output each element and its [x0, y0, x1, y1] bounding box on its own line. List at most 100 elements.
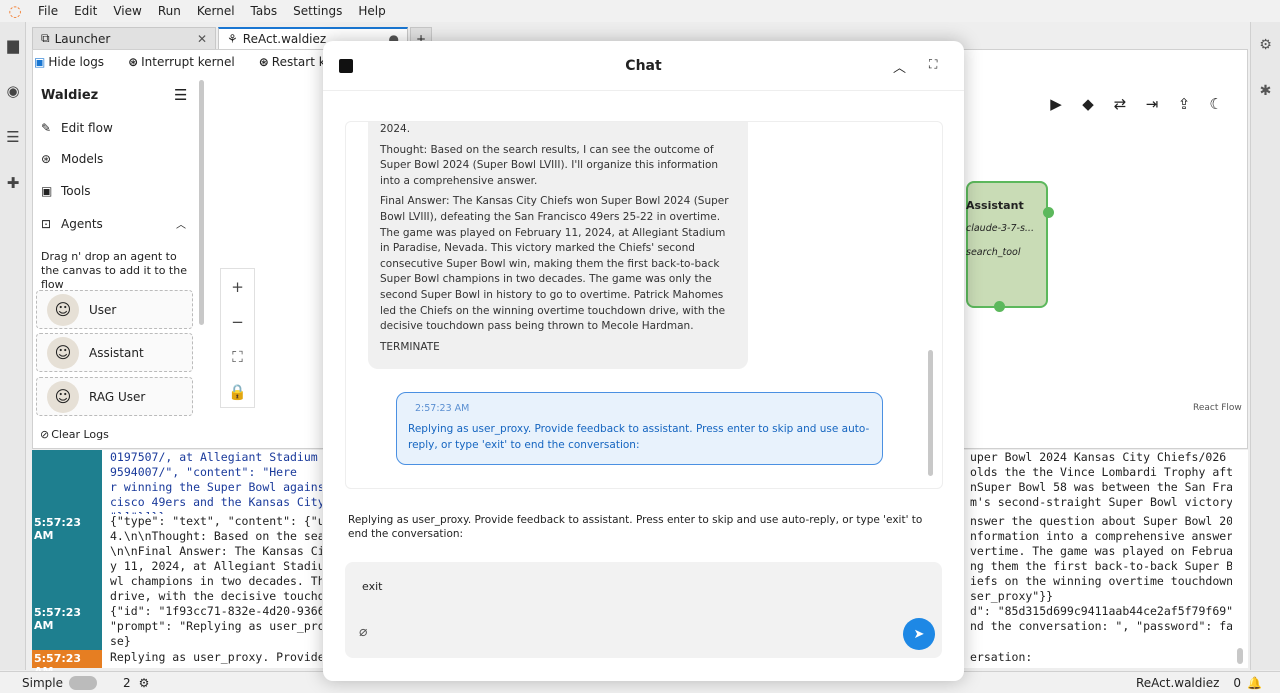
collapse-icon[interactable]: ︿ [893, 57, 906, 76]
hide-logs-button[interactable]: ▣ Hide logs [34, 55, 116, 69]
zoom-controls: + − ⛶ 🔒 [220, 268, 255, 408]
log-text: Replying as user_proxy. Provide [110, 650, 322, 664]
lock-icon[interactable]: 🔒 [221, 374, 254, 409]
terminal-icon: ▣ [34, 55, 46, 69]
node-tool: search_tool [966, 247, 1021, 258]
launcher-icon: ⧉ [41, 31, 50, 45]
chat-modal: Chat ︿ ⛶ 2024. Thought: Based on the sea… [323, 41, 964, 681]
chevron-up-icon: ︿ [176, 220, 186, 231]
property-inspector-icon[interactable]: ⚙ [1251, 22, 1280, 68]
menu-file[interactable]: File [30, 4, 66, 18]
message-text: Replying as user_proxy. Provide feedback… [408, 423, 870, 451]
right-activity-bar: ⚙ ✱ [1250, 22, 1280, 670]
react-flow-attribution[interactable]: React Flow [1193, 403, 1242, 413]
user-avatar: ☺ [47, 293, 79, 326]
sidebar-item-models[interactable]: ⊛ Models [41, 152, 103, 166]
send-button[interactable]: ➤ [903, 618, 935, 650]
log-timestamp [32, 450, 102, 514]
log-timestamp: 5:57:23 AM [32, 514, 102, 604]
sidebar-item-tools[interactable]: ▣ Tools [41, 184, 91, 198]
simple-mode-toggle[interactable] [68, 675, 97, 690]
message-paragraph: Final Answer: The Kansas City Chiefs won… [380, 195, 729, 333]
agent-card-user[interactable]: ☺ User [36, 290, 193, 329]
menu-kernel[interactable]: Kernel [189, 4, 243, 18]
message-time: 2:57:23 AM [415, 403, 470, 414]
log-text: {"type": "text", "content": {"u 4.\n\nTh… [110, 514, 322, 603]
send-icon: ➤ [913, 626, 925, 642]
bell-icon[interactable]: 🔔 [1247, 676, 1262, 690]
robot-icon: ⊡ [41, 216, 52, 231]
sidebar-item-agents[interactable]: ⊡ Agents ︿ [41, 216, 186, 232]
log-text: {"id": "1f93cc71-832e-4d20-9366- "prompt… [110, 604, 322, 648]
convert-icon[interactable]: ⇄ [1104, 95, 1136, 113]
running-icon[interactable]: ◉ [0, 68, 26, 114]
kernel-count[interactable]: 2 [123, 676, 131, 690]
message-paragraph: TERMINATE [380, 340, 440, 353]
left-activity-bar: ▆ ◉ ☰ ✚ [0, 22, 26, 670]
log-text: 0197507/, at Allegiant Stadium 9594007/"… [110, 450, 322, 514]
fit-view-icon[interactable]: ⛶ [221, 339, 254, 374]
assistant-avatar: ☺ [47, 336, 79, 369]
waldiez-file-icon: ⚘ [227, 32, 238, 46]
chat-title: Chat [625, 57, 662, 74]
jupyter-logo-icon: ◌ [8, 2, 22, 20]
sidebar-scrollbar[interactable] [199, 80, 204, 325]
close-icon[interactable]: ✕ [197, 32, 207, 46]
block-icon: ⊘ [40, 428, 50, 441]
logs-scrollbar[interactable] [1237, 648, 1243, 664]
rag-user-avatar: ☺ [47, 380, 79, 413]
message-input[interactable]: exit [362, 580, 382, 593]
agent-card-assistant[interactable]: ☺ Assistant [36, 333, 193, 372]
sidebar-item-edit-flow[interactable]: ✎ Edit flow [41, 121, 113, 135]
dark-mode-icon[interactable]: ☾ [1200, 95, 1232, 113]
agents-hint: Drag n' drop an agent to the canvas to a… [41, 250, 187, 291]
node-title: Assistant [966, 199, 1024, 212]
messages-scrollbar[interactable] [928, 350, 933, 476]
status-filename: ReAct.waldiez [1135, 675, 1220, 690]
chat-header: Chat ︿ ⛶ [323, 41, 964, 91]
tab-launcher[interactable]: ⧉ Launcher ✕ [32, 27, 216, 49]
tab-label: Launcher [54, 31, 111, 46]
node-handle-right[interactable] [1043, 207, 1054, 218]
user-message: 2:57:23 AM Replying as user_proxy. Provi… [396, 392, 883, 465]
agent-card-rag-user[interactable]: ☺ RAG User [36, 377, 193, 416]
notification-count: 0 [1233, 675, 1242, 690]
folder-icon[interactable]: ▆ [0, 22, 26, 68]
share-icon[interactable]: ⇪ [1168, 95, 1200, 113]
menu-icon[interactable]: ☰ [174, 86, 187, 104]
toc-icon[interactable]: ☰ [0, 114, 26, 160]
message-input-box[interactable]: exit ⌀ ➤ [345, 562, 942, 658]
models-icon: ⊛ [41, 152, 52, 166]
log-timestamp: 5:57:23 AM [32, 604, 102, 650]
input-prompt: Replying as user_proxy. Provide feedback… [348, 514, 923, 540]
tools-icon: ▣ [41, 184, 53, 198]
interrupt-kernel-button[interactable]: ⊛ Interrupt kernel [128, 55, 247, 69]
tab-label: ReAct.waldiez [242, 32, 327, 46]
node-handle-bottom[interactable] [994, 301, 1005, 312]
paperclip-icon[interactable]: ⌀ [359, 624, 367, 640]
python-icon[interactable]: ◆ [1072, 95, 1104, 113]
node-model: claude-3-7-s... [966, 223, 1034, 234]
menu-edit[interactable]: Edit [66, 4, 105, 18]
play-icon[interactable]: ▶ [1040, 95, 1072, 113]
log-timestamp: 5:57:23 AM [32, 650, 102, 678]
assistant-node[interactable]: Assistant claude-3-7-s... search_tool [966, 181, 1054, 312]
fullscreen-icon[interactable]: ⛶ [929, 57, 937, 72]
clear-logs-button[interactable]: ⊘ Clear Logs [40, 428, 109, 441]
zoom-out-button[interactable]: − [221, 304, 254, 339]
canvas-toolbar: ▶ ◆ ⇄ ⇥ ⇪ ☾ [1040, 92, 1232, 116]
kernel-settings-icon[interactable]: ⚙ [139, 676, 150, 690]
log-text-right: nswer the question about Super Bowl 202 … [970, 514, 1232, 603]
message-paragraph: 2024. [380, 123, 411, 135]
extension-icon[interactable]: ✚ [0, 160, 26, 206]
menu-settings[interactable]: Settings [285, 4, 350, 18]
zoom-in-button[interactable]: + [221, 269, 254, 304]
import-icon[interactable]: ⇥ [1136, 95, 1168, 113]
menu-view[interactable]: View [105, 4, 149, 18]
debugger-icon[interactable]: ✱ [1251, 68, 1280, 114]
menu-help[interactable]: Help [350, 4, 393, 18]
menu-tabs[interactable]: Tabs [243, 4, 286, 18]
restart-icon: ⊛ [258, 55, 269, 69]
menu-run[interactable]: Run [150, 4, 189, 18]
message-paragraph: Thought: Based on the search results, I … [380, 143, 719, 187]
